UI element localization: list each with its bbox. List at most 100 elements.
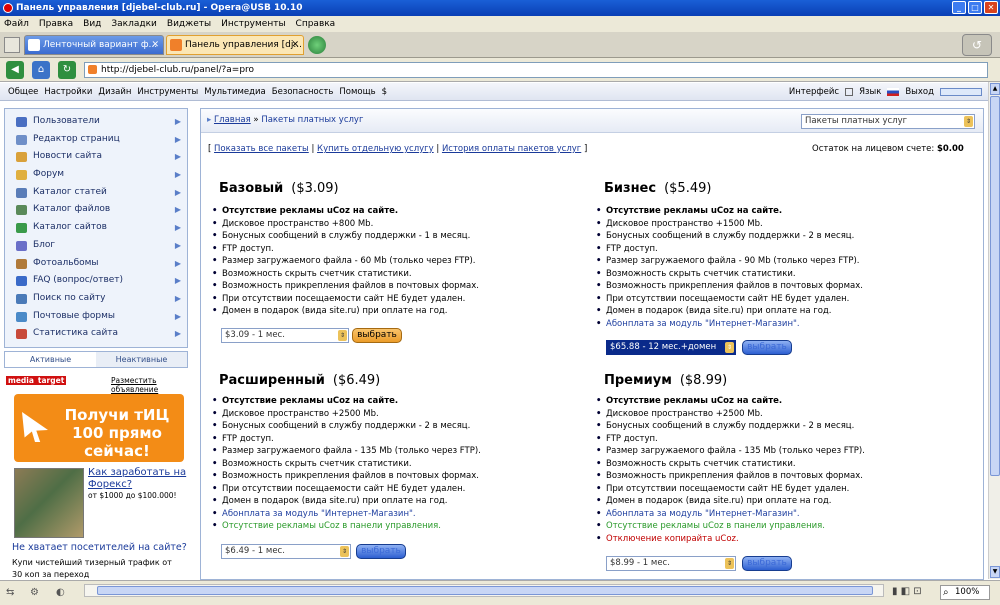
panel-menu-help[interactable]: Помощь <box>339 83 375 101</box>
sidebar-item-articles[interactable]: Каталог статей ▶ <box>5 184 187 202</box>
tab-close-icon[interactable]: ✕ <box>291 36 299 54</box>
sidebar-item-page-editor[interactable]: Редактор страниц ▶ <box>5 131 187 149</box>
sidebar-item-files[interactable]: Каталог файлов ▶ <box>5 201 187 219</box>
close-window-button[interactable]: ✕ <box>984 1 998 14</box>
plan-business-select-button[interactable]: выбрать <box>742 340 792 355</box>
back-arrow-icon[interactable]: ◀ <box>6 61 24 79</box>
url-input[interactable]: http://djebel-club.ru/panel/?a=pro <box>84 62 988 78</box>
menu-edit[interactable]: Правка <box>39 16 73 32</box>
minimize-button[interactable]: _ <box>952 1 966 14</box>
money-image[interactable] <box>14 468 84 538</box>
horizontal-scroll-thumb[interactable] <box>97 586 873 595</box>
speed-dial-icon[interactable]: ⇆ <box>6 587 20 599</box>
menu-file[interactable]: Файл <box>4 16 29 32</box>
plan-price: ($3.09) <box>291 181 339 196</box>
menu-widgets[interactable]: Виджеты <box>167 16 211 32</box>
scroll-down-icon[interactable]: ▼ <box>990 566 1000 578</box>
ad-banner[interactable]: Получи тИЦ 100 прямо сейчас! <box>14 394 184 462</box>
plan-feature: Отсутствие рекламы uCoz в панели управле… <box>212 520 481 533</box>
arrow-right-icon: ▶ <box>174 329 181 339</box>
tab-panel[interactable]: Панель управления [dj... ✕ <box>166 35 304 55</box>
sidebar-item-photo[interactable]: Фотоальбомы ▶ <box>5 255 187 273</box>
sidebar-item-search[interactable]: Поиск по сайту ▶ <box>5 290 187 308</box>
menu-help[interactable]: Справка <box>296 16 336 32</box>
sidebar-item-news[interactable]: Новости сайта ▶ <box>5 148 187 166</box>
scroll-up-icon[interactable]: ▲ <box>990 83 1000 95</box>
sidebar-item-blog[interactable]: Блог ▶ <box>5 237 187 255</box>
dropdown-arrow-icon[interactable]: ⇕ <box>725 342 734 353</box>
menu-bookmarks[interactable]: Закладки <box>111 16 157 32</box>
tab-feed[interactable]: Ленточный вариант ф... ✕ <box>24 35 164 55</box>
breadcrumb-home[interactable]: Главная <box>214 115 251 125</box>
buy-single-service-link[interactable]: Купить отдельную услугу <box>317 144 434 154</box>
panel-menu-multimedia[interactable]: Мультимедиа <box>204 83 266 101</box>
panel-slider[interactable] <box>940 88 982 96</box>
payment-history-link[interactable]: История оплаты пакетов услуг <box>442 144 581 154</box>
reload-icon[interactable]: ↻ <box>58 61 76 79</box>
dropdown-arrow-icon[interactable]: ⇕ <box>964 116 973 127</box>
panel-menu-design[interactable]: Дизайн <box>98 83 131 101</box>
maximize-button[interactable]: □ <box>968 1 982 14</box>
sidebar-item-forum[interactable]: Форум ▶ <box>5 166 187 184</box>
panel-menu-settings[interactable]: Настройки <box>44 83 92 101</box>
language-link[interactable]: Язык <box>859 83 881 101</box>
menu-view[interactable]: Вид <box>83 16 101 32</box>
dropdown-arrow-icon[interactable]: ⇕ <box>340 546 349 557</box>
logout-link[interactable]: Выход <box>905 83 934 101</box>
scroll-thumb[interactable] <box>990 96 1000 476</box>
search-icon <box>16 293 27 304</box>
vertical-scrollbar[interactable]: ▲ ▼ <box>988 82 1000 579</box>
plan-feature: Отсутствие рекламы uCoz в панели управле… <box>596 520 865 533</box>
plan-business-period-select[interactable]: $65.88 - 12 мес.+домен ⇕ <box>606 340 736 355</box>
visitors-link[interactable]: Не хватает посетителей на сайте? <box>12 542 192 553</box>
plan-feature: Бонусных сообщений в службу поддержки - … <box>596 230 863 243</box>
plan-feature: Возможность скрыть счетчик статистики. <box>212 268 479 281</box>
plan-extended-period-select[interactable]: $6.49 - 1 мес. ⇕ <box>221 544 351 559</box>
plan-feature: Домен в подарок (вида site.ru) при оплат… <box>596 305 863 318</box>
sidebar-item-users[interactable]: Пользователи ▶ <box>5 113 187 131</box>
plan-feature: FTP доступ. <box>596 243 863 256</box>
forex-link[interactable]: Как заработать на Форекс? <box>88 467 188 491</box>
russian-flag-icon[interactable] <box>887 88 900 96</box>
plan-premium-select-button[interactable]: выбрать <box>742 556 792 571</box>
show-all-packages-link[interactable]: Показать все пакеты <box>214 144 309 154</box>
tab-inactive-modules[interactable]: Неактивные <box>96 352 187 367</box>
tab-close-icon[interactable]: ✕ <box>151 36 159 54</box>
home-icon[interactable]: ⌂ <box>32 61 50 79</box>
view-icons[interactable]: ▮ ◧ ⊡ <box>892 586 922 597</box>
interface-icon[interactable] <box>845 88 854 96</box>
plan-basic-period-select[interactable]: $3.09 - 1 мес. ⇕ <box>221 328 349 343</box>
sidebar-item-sites[interactable]: Каталог сайтов ▶ <box>5 219 187 237</box>
plan-feature: Бонусных сообщений в службу поддержки - … <box>212 230 479 243</box>
panel-menu-tools[interactable]: Инструменты <box>137 83 198 101</box>
place-ad-link[interactable]: Разместить объявление <box>111 376 190 394</box>
section-select[interactable]: Пакеты платных услуг ⇕ <box>801 114 975 129</box>
tab-label: Ленточный вариант ф... <box>43 40 158 50</box>
arrow-right-icon: ▶ <box>174 240 181 250</box>
widget-icon[interactable]: ◐ <box>56 587 70 599</box>
opera-logo-icon <box>3 3 13 13</box>
zoom-control[interactable]: ⌕ 100% <box>940 585 990 600</box>
panel-menu-security[interactable]: Безопасность <box>272 83 334 101</box>
blog-icon <box>16 240 27 251</box>
tab-active-modules[interactable]: Активные <box>5 352 96 367</box>
sidebar-item-stats[interactable]: Статистика сайта ▶ <box>5 325 187 343</box>
sidebar-item-mailforms[interactable]: Почтовые формы ▶ <box>5 308 187 326</box>
plan-extended-select-button[interactable]: выбрать <box>356 544 406 559</box>
new-tab-globe-icon[interactable] <box>308 36 326 54</box>
settings-icon[interactable]: ⚙ <box>30 587 44 599</box>
horizontal-scrollbar[interactable] <box>84 584 884 597</box>
panel-menu-general[interactable]: Общее <box>8 83 38 101</box>
interface-link[interactable]: Интерфейс <box>789 83 839 101</box>
page-editor-icon <box>16 134 27 145</box>
plan-basic-select-button[interactable]: выбрать <box>352 328 402 343</box>
sidebar-item-faq[interactable]: FAQ (вопрос/ответ) ▶ <box>5 272 187 290</box>
trash-closed-tabs-icon[interactable]: ↺ <box>962 34 992 56</box>
dropdown-arrow-icon[interactable]: ⇕ <box>338 330 347 341</box>
select-value: $3.09 - 1 мес. <box>225 330 285 340</box>
menu-tools[interactable]: Инструменты <box>221 16 285 32</box>
panel-menu-dollar[interactable]: $ <box>382 83 387 101</box>
plan-premium-period-select[interactable]: $8.99 - 1 мес. ⇕ <box>606 556 736 571</box>
dropdown-arrow-icon[interactable]: ⇕ <box>725 558 734 569</box>
tab-menu-icon[interactable] <box>4 37 20 53</box>
